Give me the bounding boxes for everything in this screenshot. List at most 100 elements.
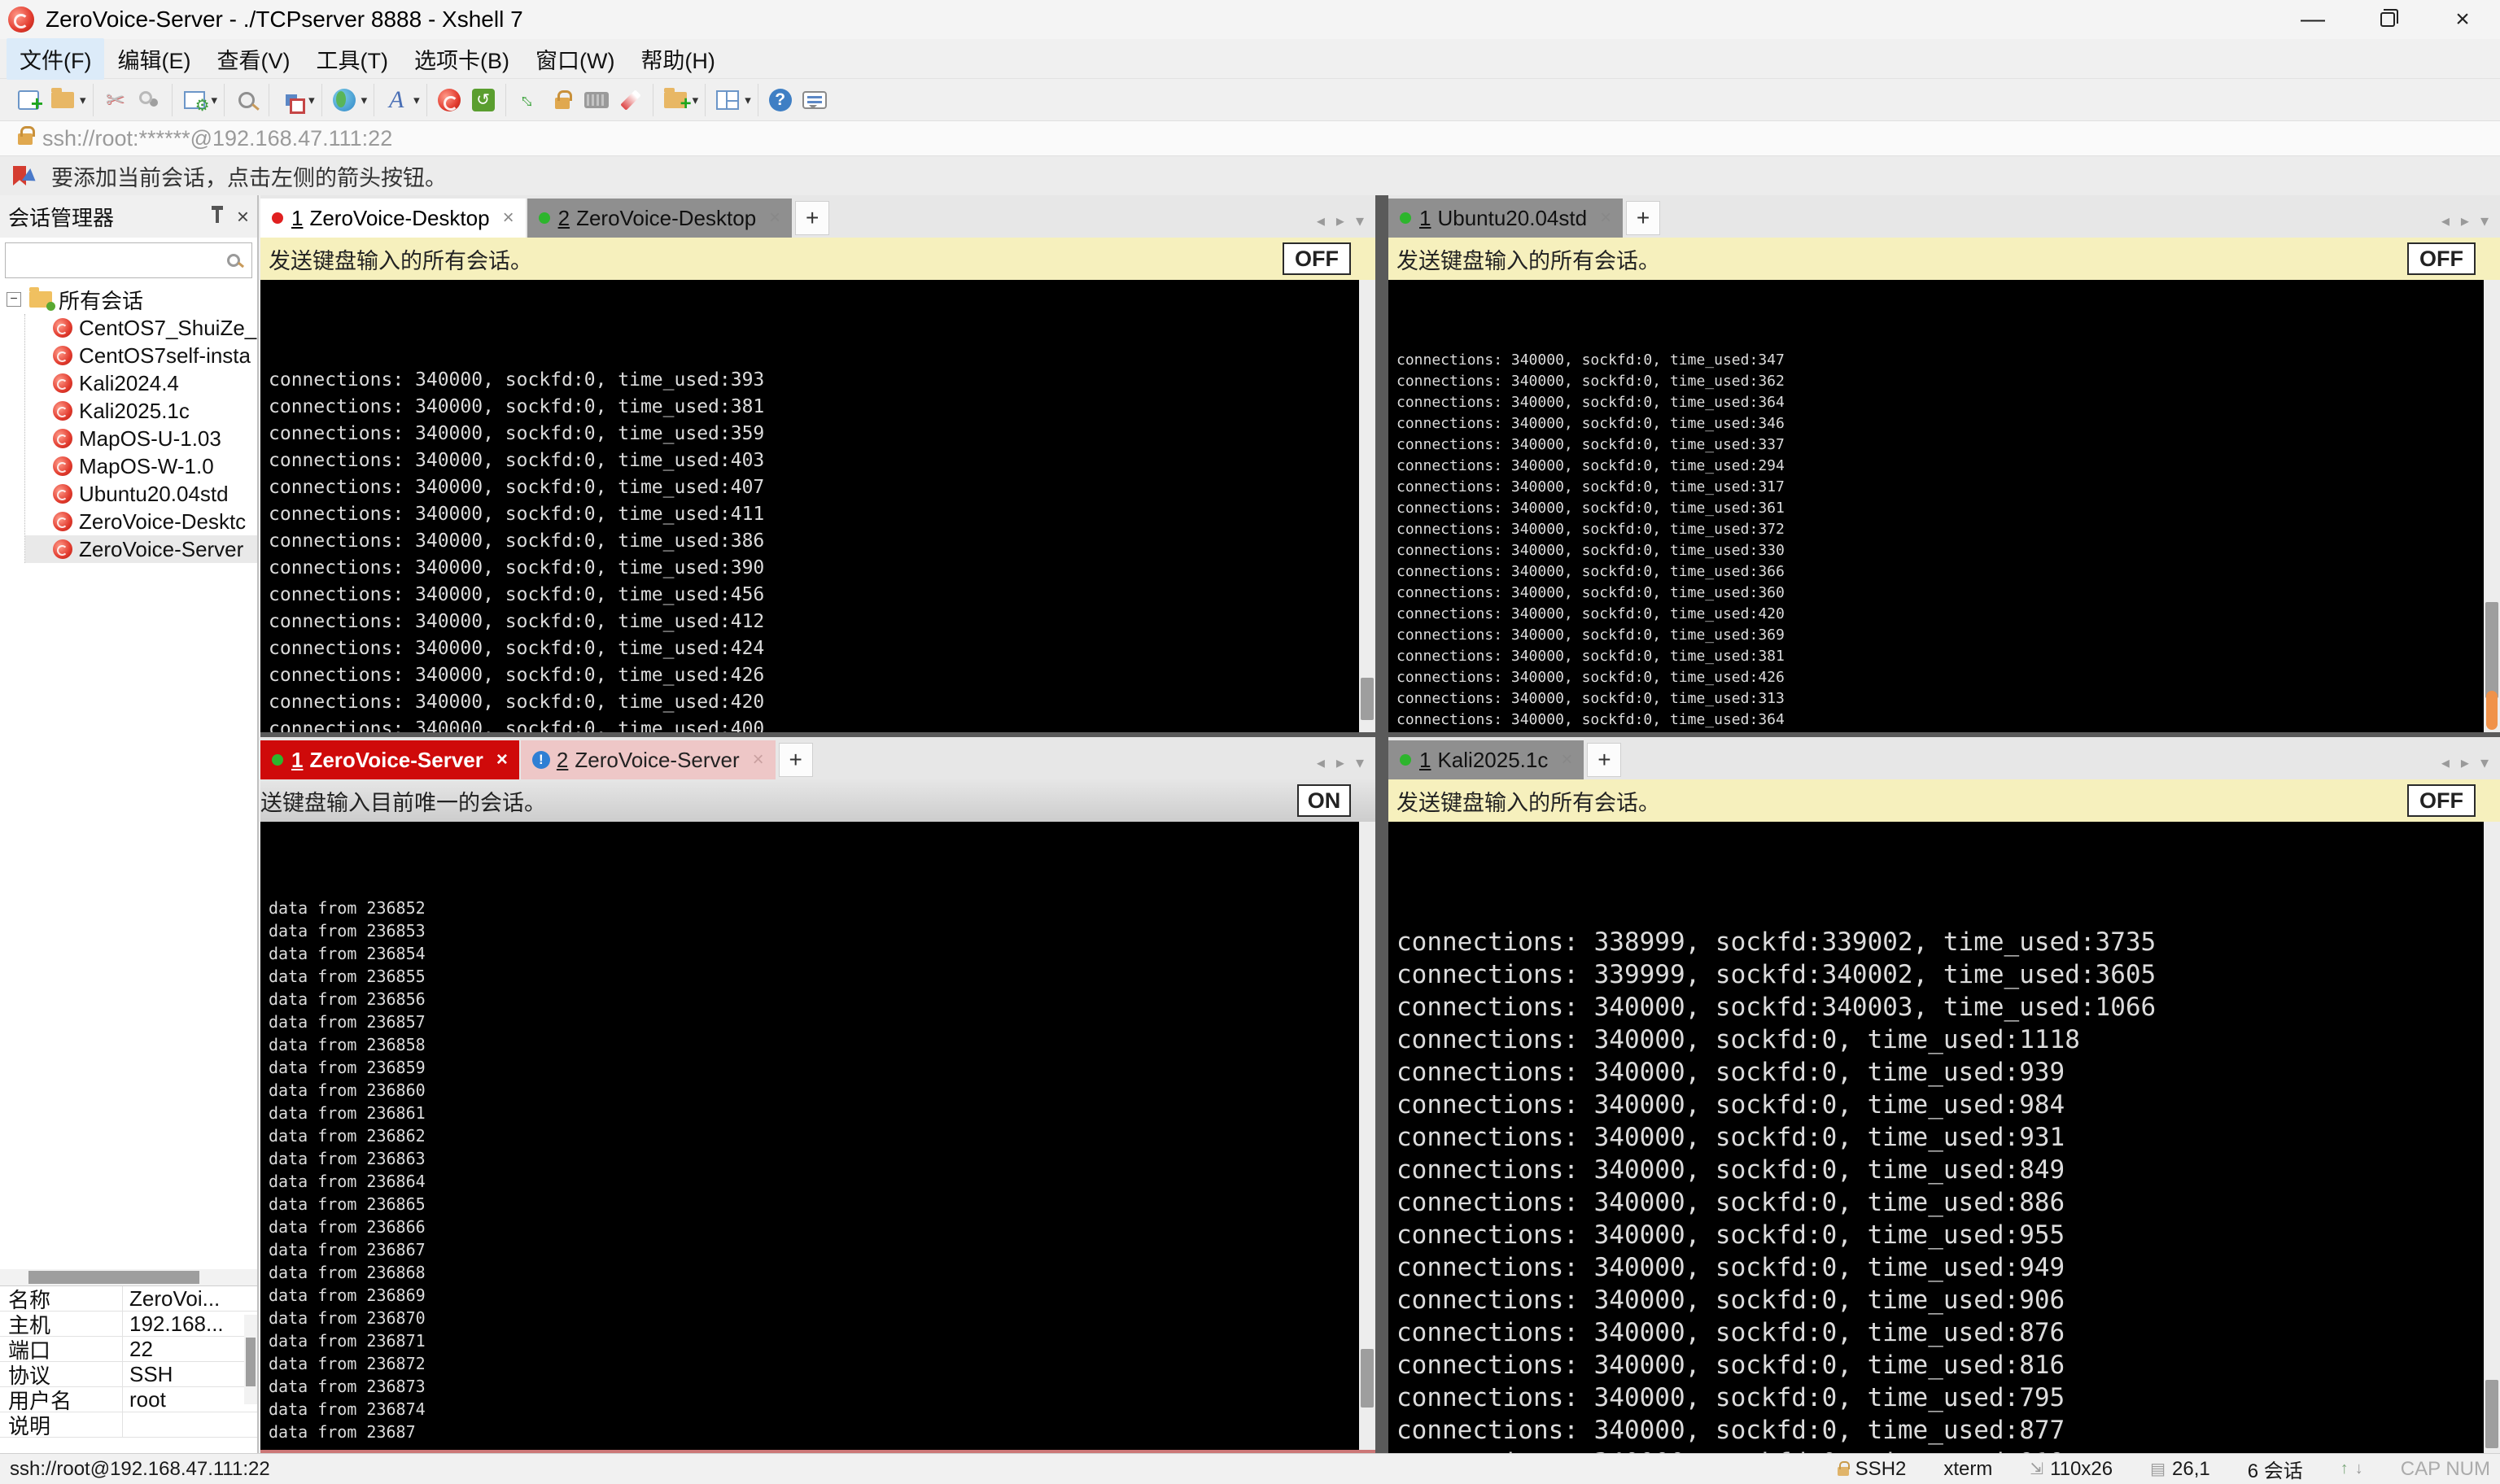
menu-item[interactable]: 选项卡(B): [401, 38, 522, 80]
tab-zerovoice-desktop-2[interactable]: 2 ZeroVoice-Desktop ×: [527, 199, 793, 238]
tab-zerovoice-server-1[interactable]: 1 ZeroVoice-Server ×: [260, 740, 519, 779]
tab-scroll-right-icon[interactable]: ▸: [2461, 753, 2469, 773]
close-button[interactable]: ×: [2425, 0, 2500, 39]
session-manager-close-icon[interactable]: ×: [237, 204, 249, 229]
web-caret[interactable]: ▾: [361, 93, 368, 107]
tab-menu-icon[interactable]: ▾: [1356, 211, 1364, 231]
menu-item[interactable]: 编辑(E): [104, 38, 203, 80]
pin-icon[interactable]: [216, 210, 219, 223]
font-caret[interactable]: ▾: [413, 93, 420, 107]
tab-scroll-left-icon[interactable]: ◂: [2441, 753, 2450, 773]
terminal-top-right[interactable]: connections: 340000, sockfd:0, time_used…: [1388, 280, 2500, 732]
tab-scroll-left-icon[interactable]: ◂: [2441, 211, 2450, 231]
tab-zerovoice-server-2[interactable]: ! 2 ZeroVoice-Server ×: [521, 740, 776, 779]
tab-scroll-right-icon[interactable]: ▸: [2461, 211, 2469, 231]
new-folder-icon[interactable]: [660, 85, 691, 116]
font-icon[interactable]: A: [381, 85, 412, 116]
tab-scroll-right-icon[interactable]: ▸: [1336, 753, 1344, 773]
help-icon[interactable]: ?: [765, 85, 796, 116]
scrollbar-thumb[interactable]: [1361, 1349, 1374, 1408]
tab-scroll-left-icon[interactable]: ◂: [1317, 211, 1325, 231]
broadcast-toggle-button[interactable]: ON: [1297, 784, 1351, 817]
terminal-top-left[interactable]: connections: 340000, sockfd:0, time_used…: [260, 280, 1375, 732]
broadcast-toggle-button[interactable]: OFF: [2407, 242, 2476, 275]
address-bar[interactable]: ssh://root:******@192.168.47.111:22: [0, 120, 2500, 156]
session-tree-item[interactable]: Ubuntu20.04std: [25, 480, 257, 508]
session-tree-item[interactable]: CentOS7_ShuiZe_: [25, 314, 257, 342]
terminal-bottom-left[interactable]: data from 236852data from 236853data fro…: [260, 822, 1375, 1450]
restore-button[interactable]: [2350, 0, 2425, 39]
terminal-bottom-right[interactable]: connections: 338999, sockfd:339002, time…: [1388, 822, 2500, 1453]
tree-expander-icon[interactable]: −: [7, 292, 21, 307]
tab-menu-icon[interactable]: ▾: [2480, 211, 2489, 231]
new-tab-button[interactable]: +: [779, 743, 813, 777]
tab-menu-icon[interactable]: ▾: [1356, 753, 1364, 773]
menu-item[interactable]: 帮助(H): [627, 38, 728, 80]
scrollbar-thumb[interactable]: [2485, 1380, 2498, 1448]
tab-close-icon[interactable]: ×: [1561, 749, 1572, 771]
new-tab-button[interactable]: +: [795, 201, 829, 235]
session-tree-item[interactable]: Kali2024.4: [25, 369, 257, 397]
menu-item[interactable]: 工具(T): [303, 38, 400, 80]
session-tree-item[interactable]: MapOS-U-1.03: [25, 425, 257, 452]
tab-close-icon[interactable]: ×: [1600, 207, 1611, 229]
session-tree-item[interactable]: ZeroVoice-Desktc: [25, 508, 257, 535]
upload-arrow-icon[interactable]: ↑: [2340, 1460, 2349, 1478]
scrollbar-thumb[interactable]: [1361, 678, 1374, 720]
menu-item[interactable]: 查看(V): [203, 38, 303, 80]
find-icon[interactable]: [231, 85, 262, 116]
open-folder-caret[interactable]: ▾: [80, 93, 86, 107]
new-tab-button[interactable]: +: [1587, 743, 1621, 777]
tab-close-icon[interactable]: ×: [503, 207, 514, 229]
layout-icon[interactable]: [712, 85, 743, 116]
tab-zerovoice-desktop-1[interactable]: 1 ZeroVoice-Desktop ×: [260, 199, 526, 238]
session-search-input[interactable]: [6, 249, 227, 272]
layout-caret[interactable]: ▾: [745, 93, 751, 107]
xshell-icon[interactable]: [434, 85, 465, 116]
reconnect-icon[interactable]: [134, 85, 165, 116]
broadcast-toggle-button[interactable]: OFF: [2407, 784, 2476, 817]
tree-root-row[interactable]: − 所有会话: [0, 285, 257, 314]
tab-close-icon[interactable]: ×: [753, 749, 764, 771]
tab-close-icon[interactable]: ×: [769, 207, 780, 229]
tab-kali-1[interactable]: 1 Kali2025.1c ×: [1388, 740, 1584, 779]
tab-close-icon[interactable]: ×: [496, 749, 508, 771]
session-tree-item[interactable]: MapOS-W-1.0: [25, 452, 257, 480]
terminal-scrollbar-top-right[interactable]: [2484, 280, 2500, 732]
fullscreen-icon[interactable]: ⇔: [506, 78, 550, 122]
properties-vscroll-thumb[interactable]: [246, 1338, 256, 1386]
menu-item[interactable]: 窗口(W): [522, 38, 627, 80]
disconnect-icon[interactable]: ✂: [100, 85, 131, 116]
session-properties-icon[interactable]: [179, 85, 210, 116]
web-browser-icon[interactable]: [329, 85, 360, 116]
scrollbar-thumb[interactable]: [2485, 602, 2498, 698]
tab-menu-icon[interactable]: ▾: [2480, 753, 2489, 773]
tab-ubuntu-1[interactable]: 1 Ubuntu20.04std ×: [1388, 199, 1623, 238]
session-tree-item[interactable]: Kali2025.1c: [25, 397, 257, 425]
lock-icon[interactable]: [547, 85, 578, 116]
terminal-scrollbar-top-left[interactable]: [1359, 280, 1375, 732]
tab-scroll-left-icon[interactable]: ◂: [1317, 753, 1325, 773]
properties-vertical-scrollbar[interactable]: [244, 1315, 257, 1404]
new-folder-caret[interactable]: ▾: [693, 93, 699, 107]
xftp-icon[interactable]: ↺: [468, 85, 499, 116]
new-tab-button[interactable]: +: [1626, 201, 1660, 235]
message-icon[interactable]: [799, 85, 830, 116]
transfer-caret[interactable]: ▾: [308, 93, 315, 107]
terminal-scrollbar-bottom-right[interactable]: [2484, 822, 2500, 1453]
menu-item[interactable]: 文件(F): [7, 38, 104, 80]
broadcast-toggle-button[interactable]: OFF: [1283, 242, 1351, 275]
sidebar-hscroll-thumb[interactable]: [28, 1271, 199, 1284]
new-session-icon[interactable]: [13, 85, 44, 116]
session-properties-caret[interactable]: ▾: [212, 93, 218, 107]
virtual-keyboard-icon[interactable]: [581, 85, 612, 116]
session-tree-item[interactable]: CentOS7self-insta: [25, 342, 257, 369]
terminal-scrollbar-bottom-left[interactable]: [1359, 822, 1375, 1450]
minimize-button[interactable]: —: [2275, 0, 2350, 39]
highlight-icon[interactable]: [615, 85, 646, 116]
open-folder-icon[interactable]: [47, 85, 78, 116]
new-file-transfer-icon[interactable]: [276, 85, 307, 116]
session-tree-item[interactable]: ZeroVoice-Server: [25, 535, 257, 563]
tab-scroll-right-icon[interactable]: ▸: [1336, 211, 1344, 231]
download-arrow-icon[interactable]: ↓: [2355, 1460, 2363, 1478]
